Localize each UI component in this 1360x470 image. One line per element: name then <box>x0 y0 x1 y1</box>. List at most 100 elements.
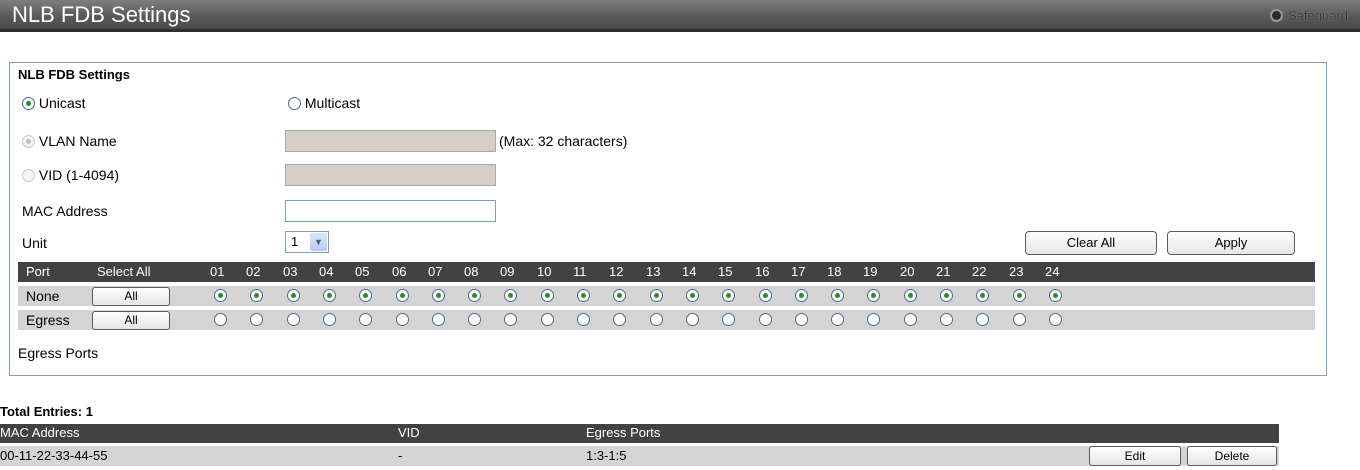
row-egress: 1:3-1:5 <box>586 448 627 463</box>
multicast-label: Multicast <box>304 95 361 111</box>
egress-port-radio[interactable] <box>1013 313 1026 326</box>
egress-port-radio[interactable] <box>650 313 663 326</box>
egress-port-radio[interactable] <box>396 313 409 326</box>
port-number-19: 19 <box>863 264 878 279</box>
page-title: NLB FDB Settings <box>12 2 191 27</box>
egress-port-radio[interactable] <box>795 313 808 326</box>
port-number-05: 05 <box>355 264 370 279</box>
select-all-header: Select All <box>97 264 151 279</box>
multicast-radio[interactable] <box>288 97 301 110</box>
egress-port-radio[interactable] <box>831 313 844 326</box>
none-port-radio[interactable] <box>541 289 554 302</box>
egress-port-radio[interactable] <box>468 313 481 326</box>
egress-port-radio[interactable] <box>759 313 772 326</box>
vid-option[interactable]: VID (1-4094) <box>22 167 119 183</box>
vid-radio[interactable] <box>22 169 35 182</box>
safeguard-label: Safeguard <box>1288 8 1348 23</box>
port-number-03: 03 <box>283 264 298 279</box>
none-port-radio[interactable] <box>1049 289 1062 302</box>
none-port-radio[interactable] <box>795 289 808 302</box>
none-all-button[interactable]: All <box>92 287 170 306</box>
apply-button[interactable]: Apply <box>1167 231 1295 255</box>
none-port-radio[interactable] <box>650 289 663 302</box>
none-port-radio[interactable] <box>722 289 735 302</box>
safeguard-icon <box>1270 9 1283 22</box>
chevron-down-icon[interactable]: ▼ <box>310 233 327 251</box>
egress-port-radio[interactable] <box>722 313 735 326</box>
none-port-radio[interactable] <box>432 289 445 302</box>
port-number-10: 10 <box>537 264 552 279</box>
egress-port-radio[interactable] <box>250 313 263 326</box>
none-port-radio[interactable] <box>504 289 517 302</box>
port-number-01: 01 <box>210 264 225 279</box>
none-port-radio[interactable] <box>759 289 772 302</box>
delete-button[interactable]: Delete <box>1187 446 1277 466</box>
table-row: 00-11-22-33-44-55 - 1:3-1:5 Edit Delete <box>0 446 1279 466</box>
none-port-radio[interactable] <box>867 289 880 302</box>
port-number-07: 07 <box>428 264 443 279</box>
unit-select-value: 1 <box>291 234 299 249</box>
port-number-18: 18 <box>827 264 842 279</box>
vlan-name-label: VLAN Name <box>38 133 117 149</box>
egress-port-radio[interactable] <box>323 313 336 326</box>
egress-port-radio[interactable] <box>541 313 554 326</box>
vid-input[interactable] <box>285 164 496 186</box>
egress-port-radio[interactable] <box>904 313 917 326</box>
vlan-name-option[interactable]: VLAN Name <box>22 133 117 149</box>
multicast-option[interactable]: Multicast <box>288 95 360 111</box>
entries-table-header: MAC Address VID Egress Ports <box>0 424 1279 443</box>
egress-port-radio[interactable] <box>287 313 300 326</box>
port-number-20: 20 <box>900 264 915 279</box>
vlan-name-input[interactable] <box>285 130 496 152</box>
none-port-radio[interactable] <box>468 289 481 302</box>
none-port-radio[interactable] <box>359 289 372 302</box>
egress-port-radio[interactable] <box>504 313 517 326</box>
egress-port-radio[interactable] <box>867 313 880 326</box>
port-number-13: 13 <box>646 264 661 279</box>
vid-label: VID (1-4094) <box>38 167 120 183</box>
port-number-08: 08 <box>464 264 479 279</box>
none-port-radio[interactable] <box>686 289 699 302</box>
none-port-radio[interactable] <box>250 289 263 302</box>
egress-port-radio[interactable] <box>1049 313 1062 326</box>
vlan-name-radio[interactable] <box>22 135 35 148</box>
unicast-option[interactable]: Unicast <box>22 95 86 111</box>
none-port-radio[interactable] <box>396 289 409 302</box>
total-entries: Total Entries: 1 <box>0 404 93 419</box>
none-port-radio[interactable] <box>904 289 917 302</box>
egress-all-button[interactable]: All <box>92 311 170 330</box>
port-number-21: 21 <box>936 264 951 279</box>
port-table-header: Port Select All 01 02 03 04 05 06 07 08 09 10 11 12… <box>18 262 1315 282</box>
none-port-radio[interactable] <box>323 289 336 302</box>
port-number-22: 22 <box>972 264 987 279</box>
egress-port-radio[interactable] <box>432 313 445 326</box>
none-port-radio[interactable] <box>577 289 590 302</box>
egress-port-radio[interactable] <box>940 313 953 326</box>
egress-port-radio[interactable] <box>686 313 699 326</box>
port-row-none: None All <box>18 286 1315 306</box>
port-number-12: 12 <box>609 264 624 279</box>
none-port-radio[interactable] <box>613 289 626 302</box>
none-port-radio[interactable] <box>1013 289 1026 302</box>
port-header: Port <box>26 264 50 279</box>
port-number-04: 04 <box>319 264 334 279</box>
none-port-radio[interactable] <box>831 289 844 302</box>
egress-port-radio[interactable] <box>214 313 227 326</box>
edit-button[interactable]: Edit <box>1089 446 1181 466</box>
row-mac: 00-11-22-33-44-55 <box>0 448 108 463</box>
port-number-09: 09 <box>500 264 515 279</box>
egress-port-radio[interactable] <box>613 313 626 326</box>
unicast-radio[interactable] <box>22 97 35 110</box>
none-port-radio[interactable] <box>976 289 989 302</box>
port-number-23: 23 <box>1009 264 1024 279</box>
port-number-16: 16 <box>755 264 770 279</box>
clear-all-button[interactable]: Clear All <box>1025 231 1157 255</box>
unit-select[interactable]: 1 ▼ <box>285 231 329 253</box>
egress-port-radio[interactable] <box>577 313 590 326</box>
none-port-radio[interactable] <box>214 289 227 302</box>
none-port-radio[interactable] <box>287 289 300 302</box>
none-port-radio[interactable] <box>940 289 953 302</box>
egress-port-radio[interactable] <box>359 313 372 326</box>
egress-port-radio[interactable] <box>976 313 989 326</box>
mac-address-input[interactable] <box>285 200 496 222</box>
